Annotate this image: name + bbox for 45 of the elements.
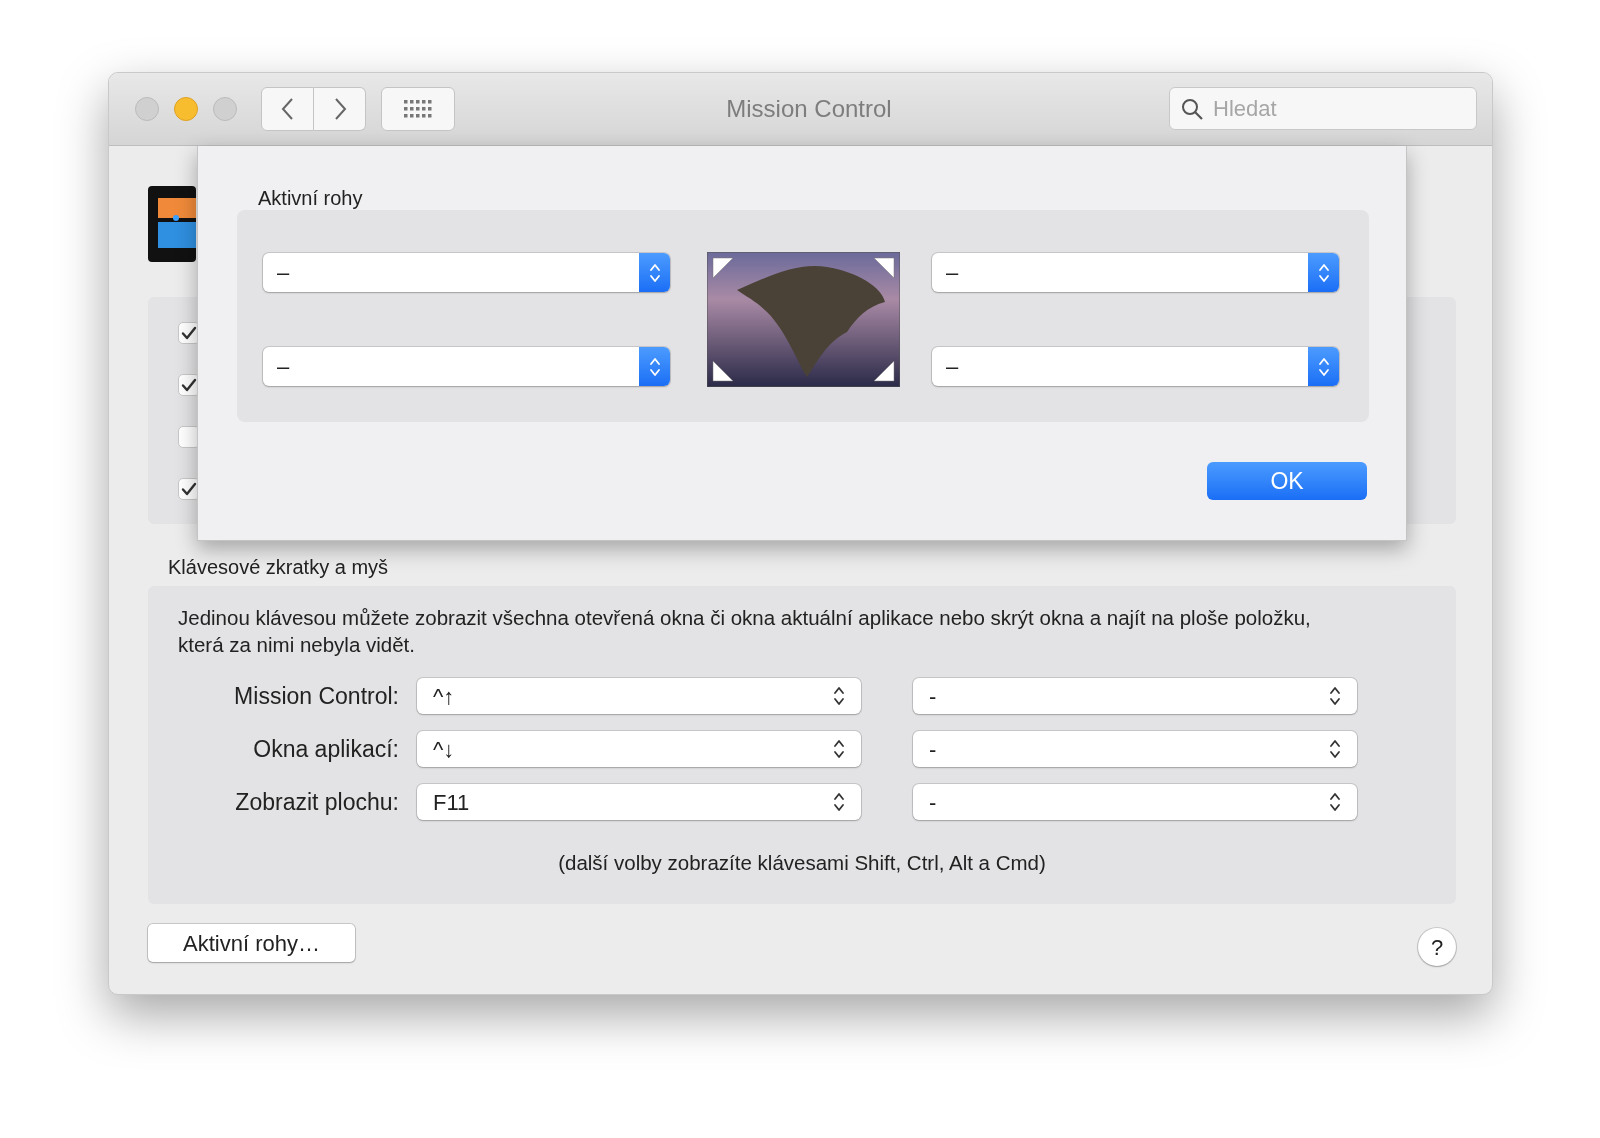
mouse-shortcut-popup[interactable]: - <box>913 784 1357 820</box>
chevron-right-icon <box>332 97 347 121</box>
checkbox[interactable] <box>178 478 200 500</box>
stepper-icon <box>1317 355 1330 378</box>
stepper-icon <box>1329 685 1341 707</box>
keyboard-shortcut-popup[interactable]: ^↓ <box>417 731 861 767</box>
ok-button[interactable]: OK <box>1207 462 1367 500</box>
checkbox[interactable] <box>178 322 200 344</box>
minimize-button[interactable] <box>174 97 198 121</box>
forward-button[interactable] <box>314 87 366 131</box>
hint-text: (další volby zobrazíte klávesami Shift, Ctrl, Alt a Cmd) <box>557 850 1047 876</box>
corner-popup[interactable]: – <box>932 347 1339 386</box>
stepper-icon <box>648 355 661 378</box>
description-text: Jedinou klávesou můžete zobrazit všechna otevřená okna či okna aktuální aplikace nebo skrýt okna a najít na ploše položku, která za nimi nebyla vidět. <box>177 605 1312 658</box>
stepper-icon <box>648 261 661 284</box>
back-button[interactable] <box>261 87 314 131</box>
stepper-icon <box>833 685 845 707</box>
hot-corners-button[interactable]: Aktivní rohy… <box>148 924 355 962</box>
stepper-icon <box>833 791 845 813</box>
stepper-icon <box>1329 738 1341 760</box>
keyboard-shortcut-popup[interactable]: ^↑ <box>417 678 861 714</box>
checkbox[interactable] <box>178 374 200 396</box>
shortcut-label: Mission Control: <box>233 681 400 711</box>
shortcut-label: Zobrazit plochu: <box>234 787 400 817</box>
corner-popup[interactable]: – <box>263 253 670 292</box>
chevron-left-icon <box>280 97 295 121</box>
shortcut-label: Okna aplikací: <box>252 734 400 764</box>
checkbox[interactable] <box>178 426 200 448</box>
stepper-icon <box>1317 261 1330 284</box>
mouse-shortcut-popup[interactable]: - <box>913 678 1357 714</box>
search-icon <box>1180 96 1204 121</box>
sheet-title: Aktivní rohy <box>258 186 364 210</box>
grid-icon <box>404 100 432 118</box>
stepper-icon <box>1329 791 1341 813</box>
corner-popup[interactable]: – <box>932 253 1339 292</box>
app-icon <box>148 186 196 262</box>
show-all-button[interactable] <box>381 87 455 131</box>
help-button[interactable]: ? <box>1418 928 1456 966</box>
search-field[interactable]: Hledat <box>1169 87 1477 130</box>
window-title: Mission Control <box>725 94 893 124</box>
keyboard-shortcut-popup[interactable]: F11 <box>417 784 861 820</box>
corner-popup[interactable]: – <box>263 347 670 386</box>
stepper-icon <box>833 738 845 760</box>
section-title: Klávesové zkratky a myš <box>168 555 390 580</box>
mouse-shortcut-popup[interactable]: - <box>913 731 1357 767</box>
